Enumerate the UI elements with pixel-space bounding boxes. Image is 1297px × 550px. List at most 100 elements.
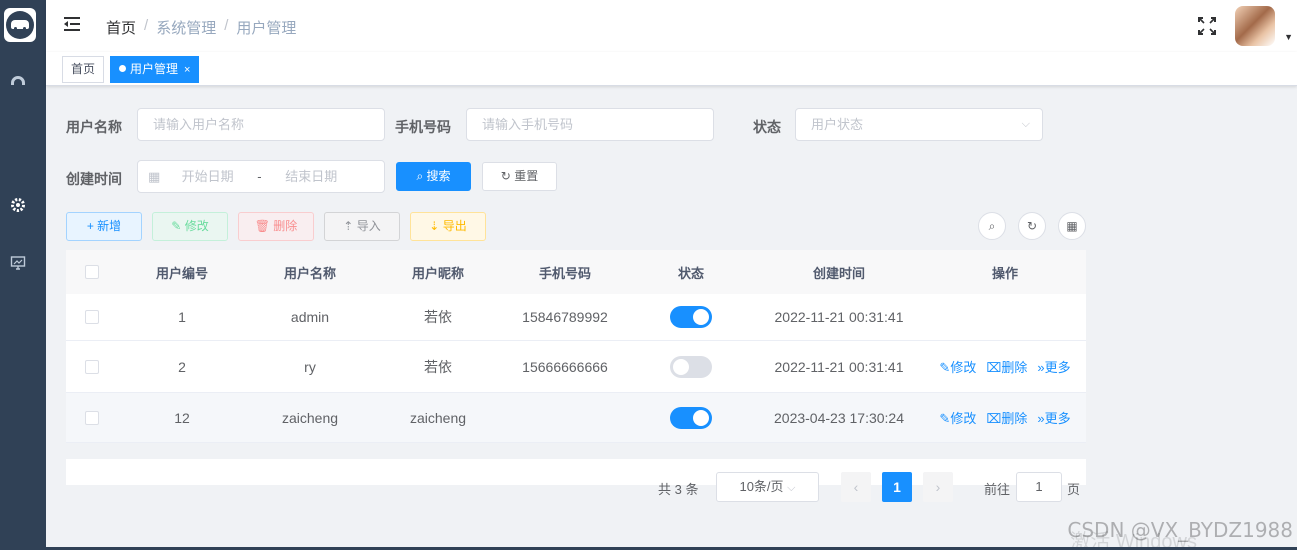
breadcrumb-home[interactable]: 首页 [106,17,136,38]
search-button[interactable]: ⌕ 搜索 [396,162,471,191]
reset-button[interactable]: ↻ 重置 [482,162,557,191]
export-button[interactable]: ⇣ 导出 [410,212,486,241]
page-number[interactable]: 1 [882,472,912,502]
column-header: 操作 [991,265,1018,281]
delete-button-label: 删除 [273,219,298,233]
upload-icon: ⇡ [343,219,354,233]
column-header: 手机号码 [538,265,591,281]
sidebar [0,0,46,550]
edit-button[interactable]: ✎ 修改 [152,212,228,241]
username-input[interactable]: 请输入用户名称 [137,108,385,141]
close-icon[interactable]: × [184,64,190,76]
status-label: 状态 [753,119,781,135]
actions-cell: ✎修改 ⌧删除 »更多 [924,341,1086,392]
export-button-label: 导出 [442,219,467,233]
phone: 15666666666 [522,358,608,375]
next-page-button[interactable]: › [923,472,953,502]
prev-page-button[interactable]: ‹ [841,472,871,502]
phone-label: 手机号码 [395,119,451,135]
table-row[interactable]: 2 ry 若依 15666666666 2022-11-21 00:31:41 … [66,341,1086,393]
status-switch[interactable] [670,306,712,328]
row-checkbox-cell [66,341,118,392]
edit-icon: ✎ [171,219,182,233]
delete-button[interactable]: 🗑 删除 [238,212,314,241]
row-checkbox-cell [66,294,118,340]
page-size-select[interactable]: 10条/页 ⌵ [716,472,819,502]
username-label: 用户名称 [66,119,122,135]
status-cell [628,341,754,392]
breadcrumb: 首页 / 系统管理 / 用户管理 [106,17,296,38]
row-delete-link[interactable]: ⌧删除 [986,408,1027,427]
row-delete-link[interactable]: ⌧删除 [986,357,1027,376]
status-switch[interactable] [670,355,712,378]
status-select[interactable]: 用户状态 ⌵ [795,108,1043,141]
reset-button-label: 重置 [514,169,539,183]
goto-suffix: 页 [1067,482,1081,497]
logo[interactable] [4,8,36,42]
row-checkbox-cell [66,393,118,442]
chevron-left-icon: ‹ [853,479,859,495]
breadcrumb-separator: / [224,17,229,34]
row-more-link[interactable]: »更多 [1037,408,1070,427]
page-size-value: 10条/页 [739,479,784,494]
add-button-label: 新增 [97,219,122,233]
settings-icon[interactable] [9,196,27,214]
row-checkbox[interactable] [85,359,99,374]
nickname: zaicheng [409,409,467,426]
row-more-label: 更多 [1044,360,1071,375]
status-cell [628,393,754,442]
active-dot-icon [119,65,126,72]
add-button[interactable]: + 新增 [66,212,142,241]
row-edit-link[interactable]: ✎修改 [939,408,976,427]
select-all-checkbox[interactable] [85,265,99,279]
row-checkbox[interactable] [85,310,99,324]
search-button-label: 搜索 [426,169,451,183]
breadcrumb-separator: / [144,17,149,34]
breadcrumb-system: 系统管理 [156,20,217,37]
chevron-down-icon: ⌵ [787,482,796,494]
breadcrumb-user: 用户管理 [236,20,297,37]
columns-icon[interactable]: ▦ [1058,212,1086,240]
user-id: 12 [174,409,190,426]
status-placeholder: 用户状态 [811,117,864,132]
toggle-search-icon[interactable]: ⌕ [978,212,1006,240]
row-delete-label: 删除 [1001,360,1028,375]
column-header: 用户编号 [155,265,208,281]
status-switch[interactable] [670,406,712,429]
caret-down-icon[interactable]: ▼ [1284,32,1293,42]
user-id: 2 [178,358,186,375]
dashboard-icon[interactable] [9,72,27,90]
created-time: 2022-11-21 00:31:41 [774,358,904,375]
row-more-link[interactable]: »更多 [1037,357,1070,376]
refresh-icon[interactable]: ↻ [1018,212,1046,240]
nickname: 若依 [424,358,452,375]
search-icon: ⌕ [416,169,424,183]
double-chevron-right-icon: » [1037,360,1045,375]
avatar[interactable] [1235,6,1275,46]
phone-input[interactable]: 请输入手机号码 [466,108,714,141]
start-date-placeholder: 开始日期 [181,169,234,184]
calendar-icon: ▦ [148,169,161,184]
table-header: 用户编号 用户名称 用户昵称 手机号码 状态 创建时间 操作 [66,250,1086,294]
hamburger-icon[interactable] [63,16,81,34]
created-label: 创建时间 [66,171,122,187]
column-header: 创建时间 [812,265,865,281]
row-delete-label: 删除 [1001,411,1028,426]
fullscreen-icon[interactable] [1197,16,1217,36]
edit-icon: ✎ [939,411,951,426]
username: zaicheng [281,409,339,426]
row-edit-link[interactable]: ✎修改 [939,357,976,376]
username: admin [290,309,330,325]
table-row[interactable]: 1 admin 若依 15846789992 2022-11-21 00:31:… [66,294,1086,341]
date-range-input[interactable]: ▦ 开始日期 - 结束日期 [137,160,385,193]
monitor-icon[interactable] [9,254,27,272]
refresh-icon: ↻ [500,169,511,183]
import-button[interactable]: ⇡ 导入 [324,212,400,241]
table-row[interactable]: 12 zaicheng zaicheng 2023-04-23 17:30:24… [66,393,1086,443]
column-header: 用户昵称 [411,265,464,281]
car-icon [6,11,34,39]
tag-home[interactable]: 首页 [62,56,105,83]
row-checkbox[interactable] [85,410,99,425]
goto-page-input[interactable]: 1 [1016,472,1062,502]
tag-user-management[interactable]: 用户管理 × [110,56,200,83]
